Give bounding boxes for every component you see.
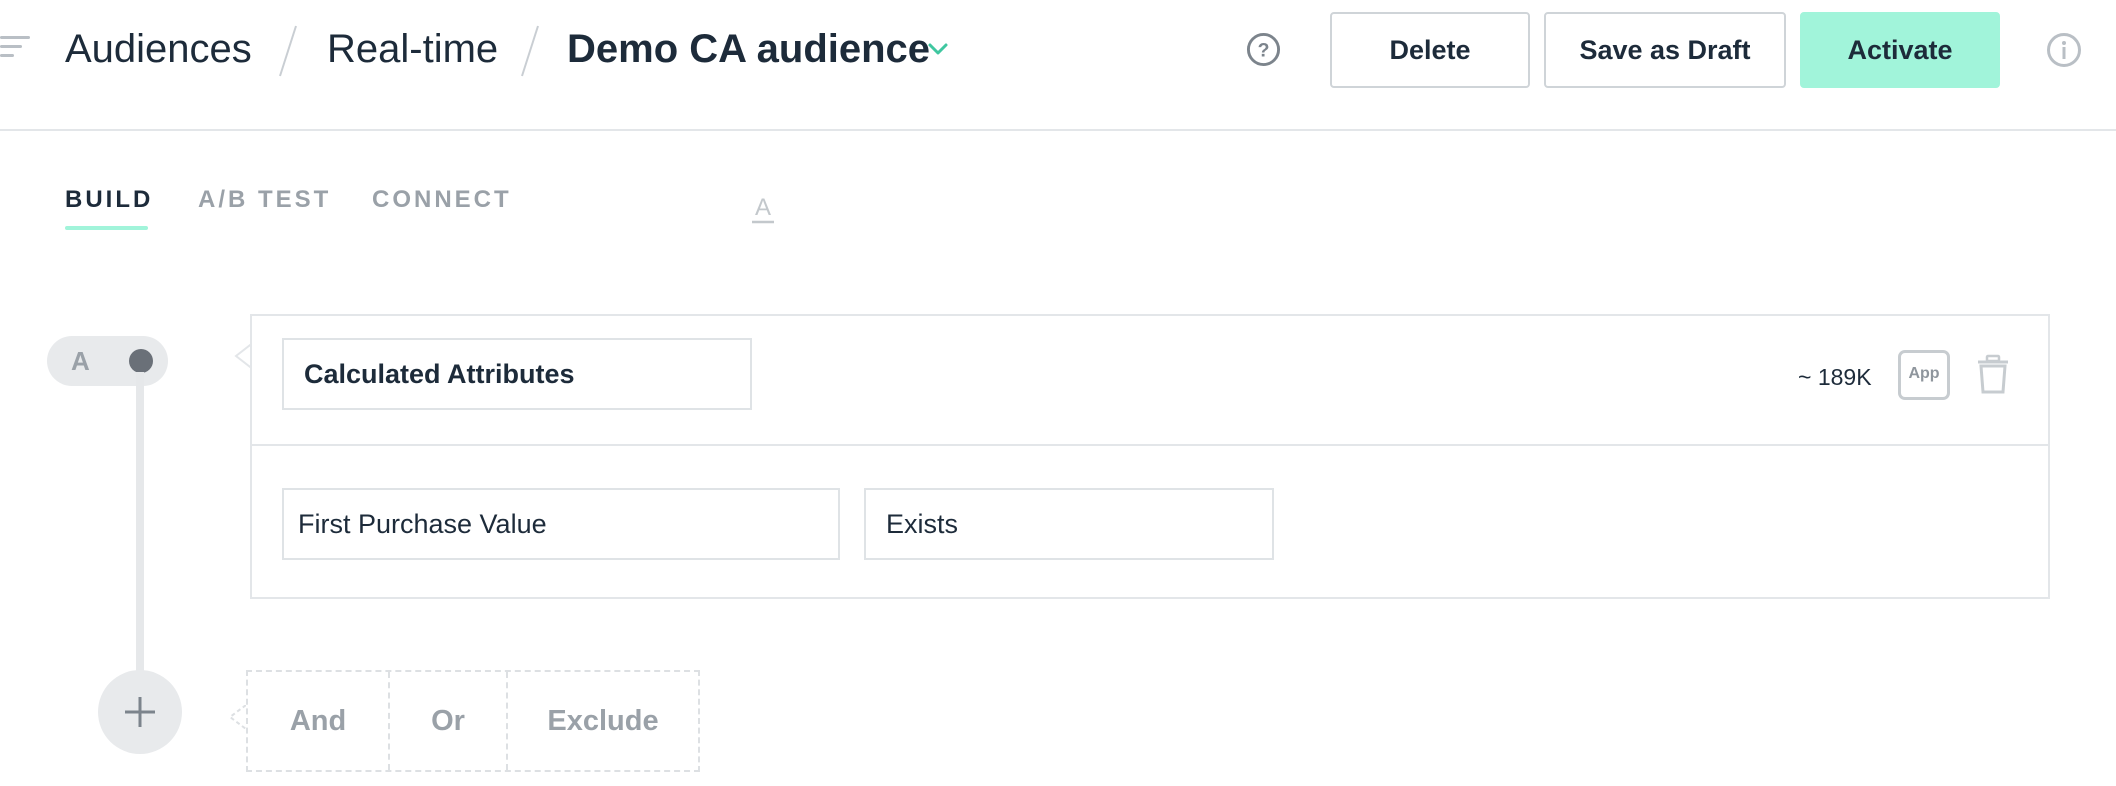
audience-name-title[interactable]: Demo CA audience [567, 20, 930, 78]
condition-operator-select[interactable]: Exists [864, 488, 1274, 560]
trash-icon[interactable] [1976, 354, 2010, 394]
group-letter: A [71, 346, 90, 376]
activate-button[interactable]: Activate [1800, 12, 2000, 88]
audience-size-estimate: ~ 189K [1798, 364, 1872, 390]
add-group-button[interactable] [98, 670, 182, 754]
text-type-icon: A [752, 194, 774, 224]
save-as-draft-button[interactable]: Save as Draft [1544, 12, 1786, 88]
breadcrumb-audiences[interactable]: Audiences [65, 20, 252, 78]
menu-icon[interactable] [0, 36, 32, 62]
attribute-category-select[interactable]: Calculated Attributes [282, 338, 752, 410]
svg-text:A: A [755, 194, 771, 221]
chevron-down-icon[interactable] [927, 38, 949, 60]
tab-ab-test[interactable]: A/B TEST [198, 186, 331, 214]
group-connector-line [136, 372, 144, 682]
breadcrumb-separator [521, 25, 539, 77]
condition-group-card: Calculated Attributes ~ 189K App First P… [250, 314, 2050, 599]
plus-icon [125, 697, 155, 727]
audience-builder-page: Audiences Real-time Demo CA audience ? D… [0, 0, 2116, 786]
active-tab-indicator [65, 226, 148, 230]
condition-field-input[interactable]: First Purchase Value [282, 488, 840, 560]
breadcrumb-real-time[interactable]: Real-time [327, 20, 498, 78]
breadcrumb-separator [279, 25, 297, 77]
add-group-pointer [228, 705, 246, 729]
card-divider [252, 444, 2048, 446]
group-label-pill[interactable]: A [47, 336, 168, 386]
group-toggle-dot[interactable] [129, 349, 153, 373]
add-group-options: And Or Exclude [246, 670, 700, 772]
add-exclude-button[interactable]: Exclude [506, 672, 698, 770]
add-and-button[interactable]: And [248, 672, 388, 770]
svg-text:?: ? [1258, 39, 1270, 61]
tab-build[interactable]: BUILD [65, 186, 153, 214]
add-or-button[interactable]: Or [388, 672, 506, 770]
delete-button[interactable]: Delete [1330, 12, 1530, 88]
info-icon[interactable] [2046, 32, 2082, 68]
tab-connect[interactable]: CONNECT [372, 186, 512, 214]
app-badge[interactable]: App [1898, 350, 1950, 400]
help-icon[interactable]: ? [1246, 32, 1281, 67]
header-bar: Audiences Real-time Demo CA audience ? D… [0, 0, 2116, 131]
